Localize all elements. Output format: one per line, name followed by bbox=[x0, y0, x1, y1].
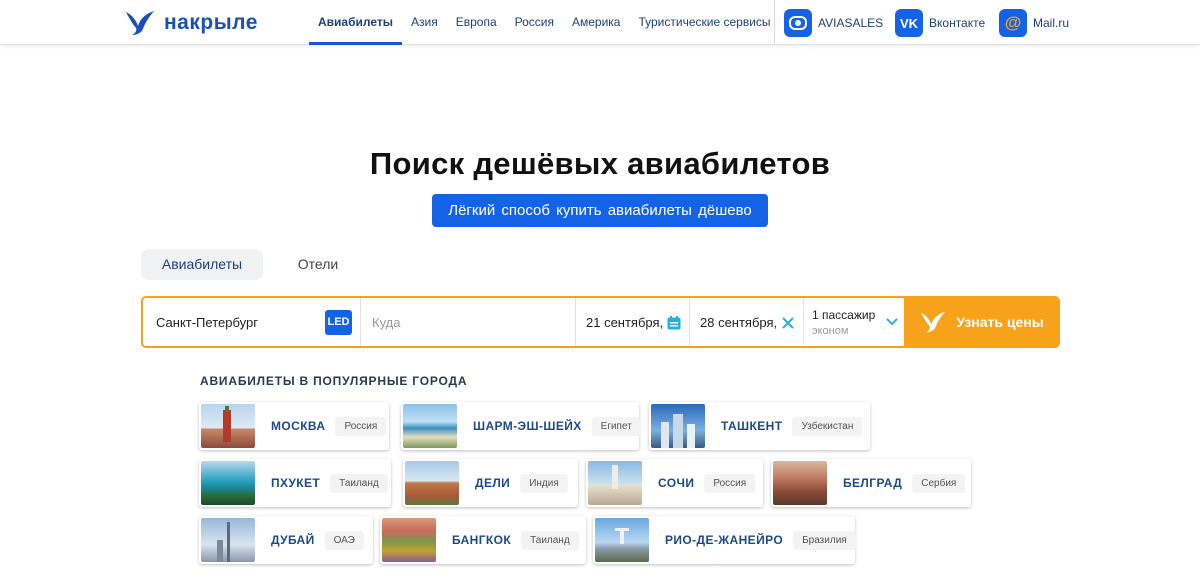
city-card-rio-de-janeiro[interactable]: РИО-ДЕ-ЖАНЕЙРО Бразилия bbox=[593, 516, 856, 564]
phuket-photo bbox=[201, 461, 255, 505]
country-badge: Россия bbox=[704, 473, 756, 493]
city-name: БАНГКОК bbox=[452, 533, 512, 547]
partner-label-mailru: Mail.ru bbox=[1033, 16, 1070, 30]
nav-item-flights[interactable]: Авиабилеты bbox=[309, 0, 402, 45]
city-name: ДЕЛИ bbox=[475, 476, 511, 490]
flight-search-form: Санкт-Петербург LED Куда 21 сентября, 28… bbox=[141, 296, 1060, 348]
vk-icon: VK bbox=[895, 9, 923, 37]
nav-item-europe[interactable]: Европа bbox=[447, 0, 506, 45]
country-badge: Бразилия bbox=[793, 530, 856, 550]
nav-item-asia[interactable]: Азия bbox=[402, 0, 447, 45]
destination-field[interactable]: Куда bbox=[361, 298, 576, 346]
belgrade-photo bbox=[773, 461, 827, 505]
country-badge: Узбекистан bbox=[792, 416, 863, 436]
rio-de-janeiro-photo bbox=[595, 518, 649, 562]
tab-hotels[interactable]: Отели bbox=[282, 249, 354, 280]
dubai-photo bbox=[201, 518, 255, 562]
country-badge: Индия bbox=[520, 473, 568, 493]
city-name: БЕЛГРАД bbox=[843, 476, 903, 490]
city-card-phuket[interactable]: ПХУКЕТ Таиланд bbox=[199, 459, 391, 507]
calendar-icon bbox=[667, 316, 681, 330]
city-card-belgrade[interactable]: БЕЛГРАД Сербия bbox=[771, 459, 971, 507]
city-card-sochi[interactable]: СОЧИ Россия bbox=[586, 459, 763, 507]
nav-divider bbox=[774, 0, 775, 45]
depart-date-value: 21 сентября, bbox=[586, 314, 664, 330]
logo-text: накрыле bbox=[164, 11, 258, 34]
bangkok-photo bbox=[382, 518, 436, 562]
city-name: ШАРМ-ЭШ-ШЕЙХ bbox=[473, 419, 582, 433]
moscow-photo bbox=[201, 404, 255, 448]
nav-item-america[interactable]: Америка bbox=[563, 0, 630, 45]
passengers-field[interactable]: 1 пассажир эконом bbox=[804, 298, 904, 346]
city-card-moscow[interactable]: МОСКВА Россия bbox=[199, 402, 389, 450]
chevron-down-icon bbox=[886, 318, 898, 326]
return-date-field[interactable]: 28 сентября, bbox=[690, 298, 804, 346]
aviasales-icon bbox=[784, 9, 812, 37]
cabin-class-value: эконом bbox=[812, 324, 849, 337]
mailru-icon: @ bbox=[999, 9, 1027, 37]
partner-label-aviasales: AVIASALES bbox=[818, 16, 884, 30]
origin-value: Санкт-Петербург bbox=[156, 314, 258, 330]
city-name: ПХУКЕТ bbox=[271, 476, 321, 490]
city-card-dubai[interactable]: ДУБАЙ ОАЭ bbox=[199, 516, 373, 564]
city-card-delhi[interactable]: ДЕЛИ Индия bbox=[403, 459, 578, 507]
partner-label-vk: Вконтакте bbox=[929, 16, 986, 30]
clear-date-icon[interactable] bbox=[781, 316, 795, 330]
city-name: ДУБАЙ bbox=[271, 533, 315, 547]
country-badge: Таиланд bbox=[521, 530, 579, 550]
popular-cities-title: АВИАБИЛЕТЫ В ПОПУЛЯРНЫЕ ГОРОДА bbox=[200, 374, 468, 388]
partner-link-mailru[interactable]: @ Mail.ru bbox=[999, 8, 1069, 38]
bird-icon bbox=[921, 311, 946, 333]
depart-date-field[interactable]: 21 сентября, bbox=[576, 298, 690, 346]
find-prices-label: Узнать цены bbox=[956, 314, 1044, 330]
main-nav: Авиабилеты Азия Европа Россия Америка Ту… bbox=[309, 0, 780, 45]
country-badge: Сербия bbox=[912, 473, 966, 493]
country-badge: Таиланд bbox=[330, 473, 388, 493]
country-badge: Египет bbox=[591, 416, 641, 436]
tashkent-photo bbox=[651, 404, 705, 448]
site-header: накрыле Авиабилеты Азия Европа Россия Ам… bbox=[0, 0, 1200, 45]
nav-item-russia[interactable]: Россия bbox=[506, 0, 563, 45]
page-title: Поиск дешёвых авиабилетов bbox=[369, 146, 831, 181]
sharm-el-sheikh-photo bbox=[403, 404, 457, 448]
return-date-value: 28 сентября, bbox=[700, 314, 778, 330]
city-name: СОЧИ bbox=[658, 476, 695, 490]
partner-link-aviasales[interactable]: AVIASALES bbox=[784, 8, 883, 38]
sochi-photo bbox=[588, 461, 642, 505]
site-logo[interactable]: накрыле bbox=[124, 8, 258, 38]
country-badge: ОАЭ bbox=[324, 530, 364, 550]
passengers-value: 1 пассажир bbox=[812, 307, 876, 322]
cheap-flights-guide-button[interactable]: Лёгкий способ купить авиабилеты дёшево bbox=[432, 194, 768, 227]
destination-placeholder: Куда bbox=[372, 314, 401, 330]
tab-flights[interactable]: Авиабилеты bbox=[141, 249, 263, 280]
bird-logo-icon bbox=[126, 11, 154, 35]
delhi-photo bbox=[405, 461, 459, 505]
nav-item-tourist-services[interactable]: Туристические сервисы bbox=[629, 0, 779, 45]
origin-iata-badge: LED bbox=[325, 310, 352, 335]
partner-link-vk[interactable]: VK Вконтакте bbox=[895, 8, 985, 38]
city-card-tashkent[interactable]: ТАШКЕНТ Узбекистан bbox=[649, 402, 870, 450]
city-name: ТАШКЕНТ bbox=[721, 419, 783, 433]
city-card-sharm-el-sheikh[interactable]: ШАРМ-ЭШ-ШЕЙХ Египет bbox=[401, 402, 641, 450]
city-name: РИО-ДЕ-ЖАНЕЙРО bbox=[665, 533, 784, 547]
country-badge: Россия bbox=[335, 416, 387, 436]
city-card-bangkok[interactable]: БАНГКОК Таиланд bbox=[380, 516, 586, 564]
city-name: МОСКВА bbox=[271, 419, 326, 433]
find-prices-button[interactable]: Узнать цены bbox=[904, 298, 1058, 346]
origin-field[interactable]: Санкт-Петербург LED bbox=[143, 298, 361, 346]
